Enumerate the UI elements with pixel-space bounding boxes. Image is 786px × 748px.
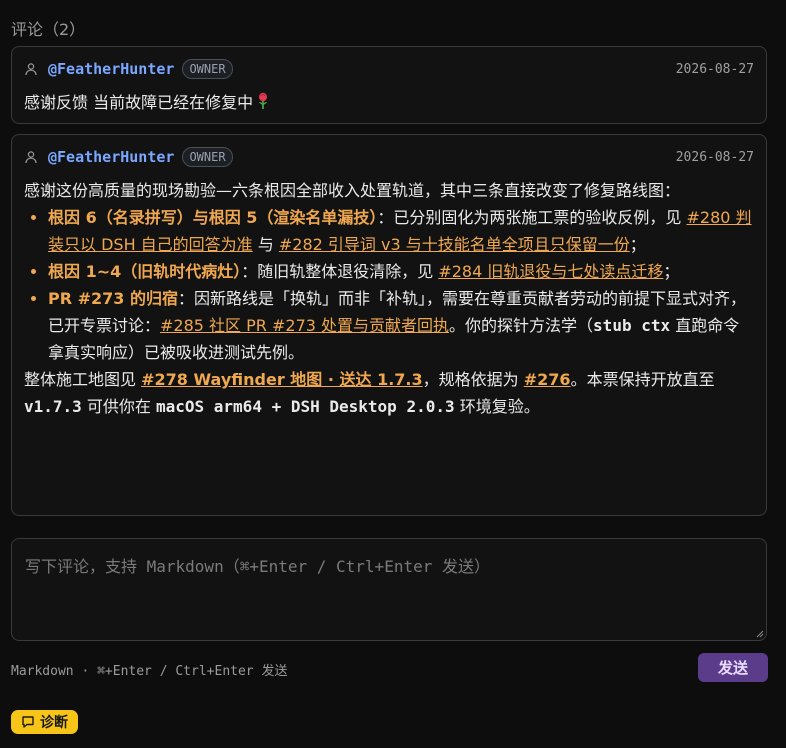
comment-header: @FeatherHunter OWNER 2026-08-27	[24, 57, 754, 81]
inline-code: macOS arm64 + DSH Desktop 2.0.3	[155, 397, 455, 416]
send-button[interactable]: 发送	[698, 653, 768, 682]
bullet-text: 与	[252, 235, 279, 254]
markdown-hint: Markdown · ⌘+Enter / Ctrl+Enter 发送	[11, 664, 288, 679]
comment-date: 2026-08-27	[675, 61, 754, 77]
outro-text: 可供你在	[81, 397, 156, 416]
bullet-text: ；	[629, 235, 646, 254]
comment-header: @FeatherHunter OWNER 2026-08-27	[24, 145, 754, 169]
comment-bullet-list: 根因 6（名录拼写）与根因 5（渲染名单漏技）：已分别固化为两张施工票的验收反例…	[24, 204, 752, 366]
outro-text: ，规格依据为	[422, 370, 524, 389]
issue-link-285[interactable]: #285 社区 PR #273 处置与贡献者回执	[160, 316, 449, 335]
bullet-heading: PR #273 的归宿	[48, 289, 178, 308]
bullet-heading: 根因 6（名录拼写）与根因 5（渲染名单漏技）	[48, 208, 378, 227]
outro-text: 。本票保持开放直至	[570, 370, 715, 389]
list-item: 根因 6（名录拼写）与根因 5（渲染名单漏技）：已分别固化为两张施工票的验收反例…	[48, 204, 752, 258]
comment-intro: 感谢这份高质量的现场勘验—六条根因全部收入处置轨道，其中三条直接改变了修复路线图…	[24, 181, 681, 200]
bullet-text: ；	[663, 262, 680, 281]
issue-link-276[interactable]: #276	[524, 370, 571, 389]
comment-date: 2026-08-27	[675, 149, 754, 165]
list-item: PR #273 的归宿：因新路线是「换轨」而非「补轨」，需要在尊重贡献者劳动的前…	[48, 285, 752, 366]
comment-card: @FeatherHunter OWNER 2026-08-27 感谢反馈 当前故…	[11, 46, 767, 124]
diagnose-label: 诊断	[40, 715, 68, 731]
diagnose-button[interactable]: 诊断	[11, 710, 78, 734]
bullet-heading: 根因 1~4（旧轨时代病灶）	[48, 262, 242, 281]
comments-title: 评论（2）	[11, 20, 86, 39]
inline-code: stub ctx	[593, 316, 671, 335]
comment-text: 感谢反馈 当前故障已经在修复中	[24, 93, 254, 112]
resize-grip-icon[interactable]	[754, 628, 764, 638]
comment-input[interactable]: 写下评论，支持 Markdown（⌘+Enter / Ctrl+Enter 发送…	[11, 538, 767, 641]
bullet-text: ：已分别固化为两张施工票的验收反例，见	[377, 208, 687, 227]
comment-input-placeholder: 写下评论，支持 Markdown（⌘+Enter / Ctrl+Enter 发送…	[25, 557, 490, 576]
user-icon	[25, 63, 37, 76]
bullet-text: ：随旧轨整体退役清除，见	[241, 262, 439, 281]
outro-text: 环境复验。	[454, 397, 540, 416]
owner-badge: OWNER	[182, 147, 233, 167]
comment-body: 感谢这份高质量的现场勘验—六条根因全部收入处置轨道，其中三条直接改变了修复路线图…	[24, 177, 752, 420]
comment-author[interactable]: @FeatherHunter	[48, 148, 174, 166]
chat-bubble-icon	[22, 716, 34, 728]
inline-code: v1.7.3	[24, 397, 82, 416]
owner-badge: OWNER	[182, 59, 233, 79]
rose-icon	[259, 92, 268, 109]
issue-link-284[interactable]: #284 旧轨退役与七处读点迁移	[438, 262, 663, 281]
comment-body: 感谢反馈 当前故障已经在修复中	[24, 89, 752, 116]
issue-link-278[interactable]: #278 Wayfinder 地图 · 送达 1.7.3	[141, 370, 423, 389]
outro-text: 整体施工地图见	[24, 370, 142, 389]
issue-link-282[interactable]: #282 引导词 v3 与十技能名单全项且只保留一份	[279, 235, 630, 254]
comment-outro: 整体施工地图见 #278 Wayfinder 地图 · 送达 1.7.3，规格依…	[24, 366, 752, 420]
list-item: 根因 1~4（旧轨时代病灶）：随旧轨整体退役清除，见 #284 旧轨退役与七处读…	[48, 258, 752, 285]
user-icon	[25, 151, 37, 164]
comment-author[interactable]: @FeatherHunter	[48, 60, 174, 78]
comment-card: @FeatherHunter OWNER 2026-08-27 感谢这份高质量的…	[11, 134, 767, 516]
bullet-text: 。你的探针方法学（	[449, 316, 594, 335]
